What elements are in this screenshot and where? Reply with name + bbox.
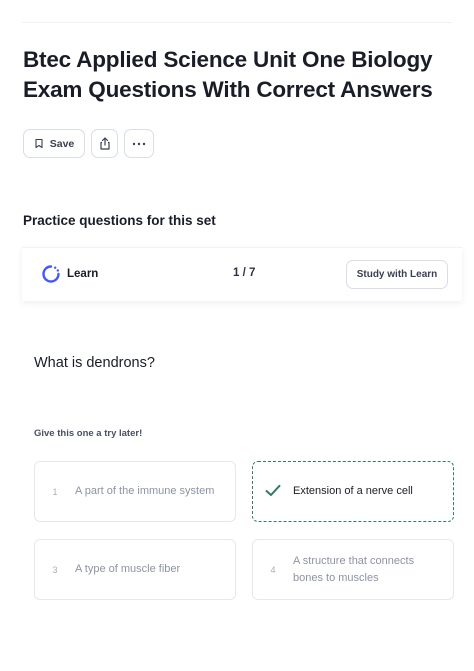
bookmark-icon [34, 138, 44, 149]
page-title: Btec Applied Science Unit One Biology Ex… [23, 47, 433, 102]
study-with-learn-button[interactable]: Study with Learn [346, 260, 448, 289]
option-number: 1 [52, 486, 58, 497]
option-number: 4 [270, 564, 276, 575]
learn-bar: Learn 1 / 7 Study with Learn [22, 247, 462, 301]
try-later-hint: Give this one a try later! [34, 428, 143, 439]
option-text: A part of the immune system [75, 485, 215, 497]
action-bar: Save [23, 129, 154, 158]
option-text: A type of muscle fiber [75, 563, 181, 575]
top-divider [22, 22, 452, 23]
more-options-button[interactable] [124, 129, 154, 158]
option-number: 3 [52, 564, 58, 575]
learn-label: Learn [67, 268, 99, 280]
share-icon [98, 136, 112, 151]
progress-counter: 1 / 7 [233, 267, 256, 279]
answer-option-1[interactable]: 1 A part of the immune system [34, 461, 236, 522]
answer-option-2-correct[interactable]: Extension of a nerve cell [252, 461, 454, 522]
more-icon [132, 142, 146, 146]
share-button[interactable] [91, 129, 118, 158]
check-icon [253, 484, 293, 499]
practice-section-title: Practice questions for this set [23, 213, 216, 228]
save-button[interactable]: Save [23, 129, 85, 158]
option-text: A structure that connects bones to muscl… [293, 554, 415, 584]
question-prompt: What is dendrons? [34, 355, 155, 371]
answer-option-4[interactable]: 4 A structure that connects bones to mus… [252, 539, 454, 600]
learn-mode[interactable]: Learn [41, 264, 98, 284]
learn-progress-icon [41, 264, 61, 284]
answer-option-3[interactable]: 3 A type of muscle fiber [34, 539, 236, 600]
save-label: Save [49, 137, 75, 150]
option-text: Extension of a nerve cell [293, 485, 413, 497]
